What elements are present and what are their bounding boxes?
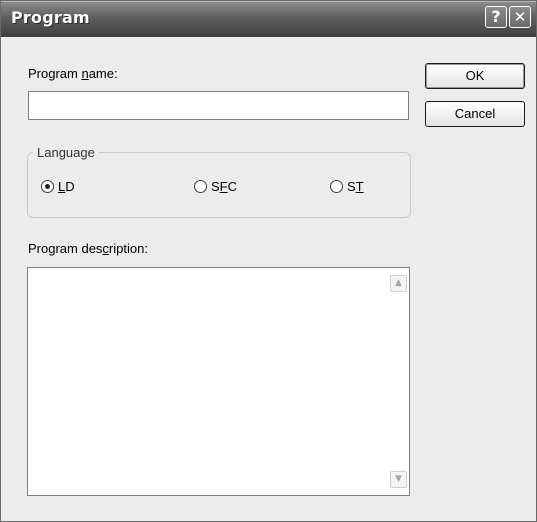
program-dialog: Program ? ✕ Program name: OK Cancel Lang… [0,0,537,522]
vertical-scrollbar[interactable]: ▲ ▼ [389,269,408,494]
radio-unchecked-icon[interactable] [330,179,343,193]
language-radio-ld[interactable]: LD [41,177,75,195]
help-icon[interactable]: ? [485,6,507,28]
language-radio-st[interactable]: ST [330,177,364,195]
program-description-label: Program description: [28,241,148,256]
program-name-label: Program name: [28,66,118,81]
title-bar[interactable]: Program ? ✕ [1,1,536,37]
language-radio-sfc[interactable]: SFC [194,177,237,195]
radio-label-ld: LD [58,178,75,194]
cancel-button[interactable]: Cancel [425,101,525,127]
accelerator-key: n [81,66,89,81]
radio-unchecked-icon[interactable] [194,179,207,193]
scroll-up-arrow-icon[interactable]: ▲ [390,275,407,292]
radio-checked-icon[interactable] [41,179,54,193]
radio-label-st: ST [347,178,364,194]
scroll-down-arrow-icon[interactable]: ▼ [390,471,407,488]
program-description-textarea[interactable]: ▲ ▼ [27,267,410,496]
ok-button[interactable]: OK [425,63,525,89]
language-group-label: Language [33,145,99,160]
dialog-title: Program [11,8,90,27]
close-icon[interactable]: ✕ [509,6,531,28]
program-name-input[interactable] [28,91,409,120]
radio-label-sfc: SFC [211,178,238,194]
